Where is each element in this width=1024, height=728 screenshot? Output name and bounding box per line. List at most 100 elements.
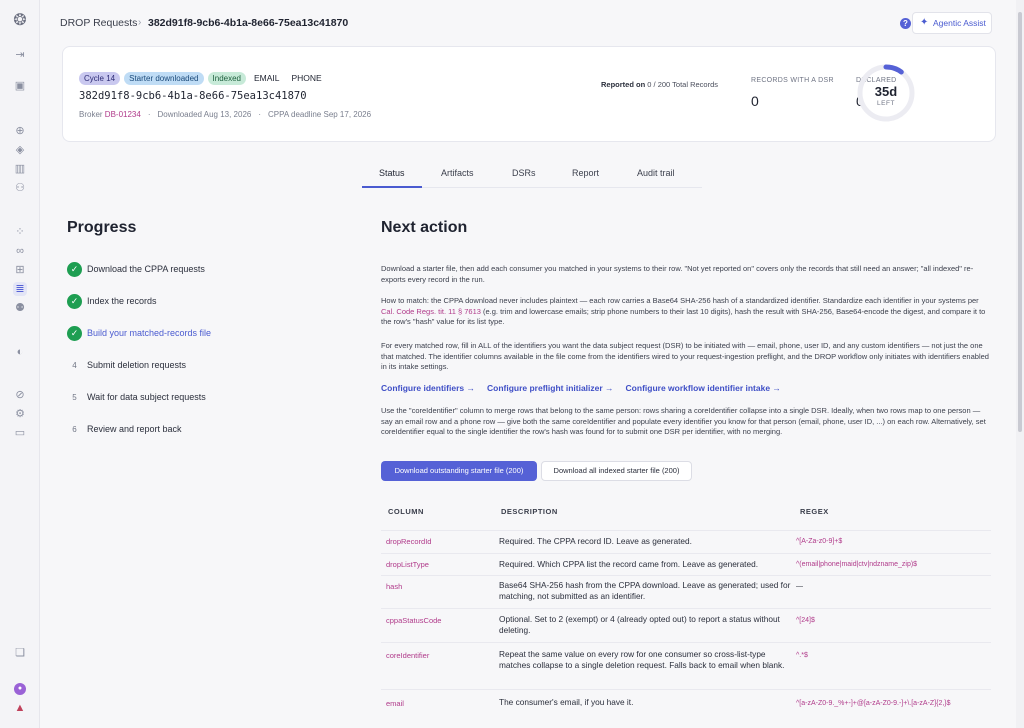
breadcrumb-current: 382d91f8-9cb6-4b1a-8e66-75ea13c41870 [148,17,349,29]
step-label: Download the CPPA requests [87,264,205,274]
broker-info: Broker DB-01234 [79,110,141,119]
clipboard-icon[interactable]: ▣ [13,79,27,93]
link-icon[interactable]: ∞ [13,244,27,258]
broker-label: Broker [79,110,103,119]
avatar[interactable]: ● [14,683,26,695]
cell-column: dropRecordId [386,537,432,546]
sparkle-icon: ✦ [920,17,929,28]
check-icon: ✓ [67,294,82,309]
stat-label-dsr: RECORDS WITH A DSR [751,77,834,84]
reported-label: Reported on [601,80,646,89]
row-divider [381,553,991,554]
cell-regex: ^(email|phone|maid|ctv|ndzname_zip)$ [796,561,918,568]
list-type-label: PHONE [291,72,322,83]
gear-icon[interactable]: ⚙ [13,407,27,421]
breadcrumb-separator: › [138,17,142,28]
tab-report[interactable]: Report [572,168,599,178]
account-icon[interactable]: ▲ [13,701,27,715]
status-badge: Starter downloaded [124,71,204,85]
row-divider [381,530,991,531]
collapse-sidebar-icon[interactable]: ⇥ [13,48,27,62]
cell-description: The consumer's email, if you have it. [499,697,634,707]
row-divider [381,642,991,643]
app-logo-icon[interactable]: ❂ [11,12,29,30]
cell-regex: — [796,583,803,590]
database-icon[interactable]: ≣ [13,282,27,296]
step-label[interactable]: Build your matched-records file [87,328,211,338]
download-outstanding-button[interactable]: Download outstanding starter file (200) [381,461,537,481]
cell-regex: ^[24]$ [796,617,815,624]
shield-icon[interactable]: ◐ [13,345,27,359]
help-icon[interactable]: ? [900,18,911,29]
status-badge: Indexed [207,71,246,85]
agentic-assist-label: Agentic Assist [933,18,986,28]
configure-preflight-link[interactable]: Configure preflight initializer → [487,383,614,393]
check-icon: ✓ [67,326,82,341]
row-divider [381,608,991,609]
cell-column: cppaStatusCode [386,616,442,625]
check-icon: ✓ [67,262,82,277]
left-nav-rail: ❂ ⇥ ▣ ⊕ ◈ ▥ ⚇ ⁘ ∞ ⊞ ≣ ⚉ ◐ ⊘ ⚙ ▭ ❏ ● ▲ [0,0,40,728]
reported-value: 0 / 200 Total Records [647,80,719,89]
cell-column: coreIdentifier [386,651,430,660]
cell-description: Base64 SHA-256 hash from the CPPA downlo… [499,580,791,601]
column-header: DESCRIPTION [501,507,558,516]
columns-icon[interactable]: ▥ [13,162,27,176]
status-badge: Cycle 14 [79,71,121,85]
broker-id-link[interactable]: DB-01234 [105,110,141,119]
configure-identifiers-link[interactable]: Configure identifiers → [381,383,475,393]
apps-grid-icon[interactable]: ⁘ [13,225,27,239]
cell-description: Required. Which CPPA list the record cam… [499,559,759,569]
column-header: REGEX [800,507,829,516]
cube-icon[interactable]: ◈ [13,143,27,157]
tab-status[interactable]: Status [379,168,405,178]
core-identifier-paragraph: Use the "coreIdentifier" column to merge… [381,406,986,436]
config-links: Configure identifiers → Configure prefli… [381,383,781,393]
reported-summary: Reported on 0 / 200 Total Records [601,80,718,89]
status-tags: Cycle 14 Starter downloaded Indexed EMAI… [79,71,326,85]
progress-title: Progress [67,219,137,236]
list-type-label: EMAIL [253,72,280,83]
cell-description: Repeat the same value on every row for o… [499,649,785,670]
cell-regex: ^.*$ [796,652,808,659]
tab-dsrs[interactable]: DSRs [512,168,536,178]
row-divider [381,575,991,576]
step-number: 4 [72,361,77,370]
days-left-value: 35d [874,84,898,99]
configure-intake-link[interactable]: Configure workflow identifier intake → [626,383,781,393]
regulation-link[interactable]: Cal. Code Regs. tit. 11 § 7613 [381,307,481,316]
chat-icon[interactable]: ❏ [13,646,27,660]
eye-off-icon[interactable]: ⊘ [13,388,27,402]
globe-icon[interactable]: ⊕ [13,124,27,138]
meta-separator: · [147,110,151,119]
detail-tabs: Status Artifacts DSRs Report Audit trail [362,160,702,188]
stat-value-dsr: 0 [751,93,759,109]
column-header: COLUMN [388,507,424,516]
cell-regex: ^[a-zA-Z0-9._%+-]+@[a-zA-Z0-9.-]+\.[a-zA… [796,700,951,707]
tab-audit-trail[interactable]: Audit trail [637,168,675,178]
scrollbar-thumb[interactable] [1018,12,1022,432]
user-settings-icon[interactable]: ⚉ [13,301,27,315]
cell-column: email [386,699,404,708]
breadcrumb-root[interactable]: DROP Requests [60,17,137,29]
downloaded-date: Downloaded Aug 13, 2026 [157,110,252,119]
cell-regex: ^[A-Za-z0-9]+$ [796,538,843,545]
org-chart-icon[interactable]: ⊞ [13,263,27,277]
record-id: 382d91f8-9cb6-4b1a-8e66-75ea13c41870 [79,90,307,102]
instructions-paragraph: Download a starter file, then add each c… [381,264,974,284]
step-label: Review and report back [87,424,182,434]
matching-text: How to match: the CPPA download never in… [381,296,979,305]
tab-artifacts[interactable]: Artifacts [441,168,474,178]
people-icon[interactable]: ⚇ [13,181,27,195]
page-scrollbar[interactable] [1016,0,1024,728]
request-meta: Broker DB-01234 · Downloaded Aug 13, 202… [79,110,371,119]
cell-description: Optional. Set to 2 (exempt) or 4 (alread… [499,614,780,635]
step-label: Wait for data subject requests [87,392,206,402]
step-label: Index the records [87,296,157,306]
agentic-assist-button[interactable]: ✦ Agentic Assist [912,12,992,34]
identifiers-paragraph: For every matched row, fill in ALL of th… [381,341,989,371]
monitor-icon[interactable]: ▭ [13,426,27,440]
days-left-label: LEFT [877,100,895,107]
cell-description: Required. The CPPA record ID. Leave as g… [499,536,692,546]
download-all-indexed-button[interactable]: Download all indexed starter file (200) [541,461,692,481]
